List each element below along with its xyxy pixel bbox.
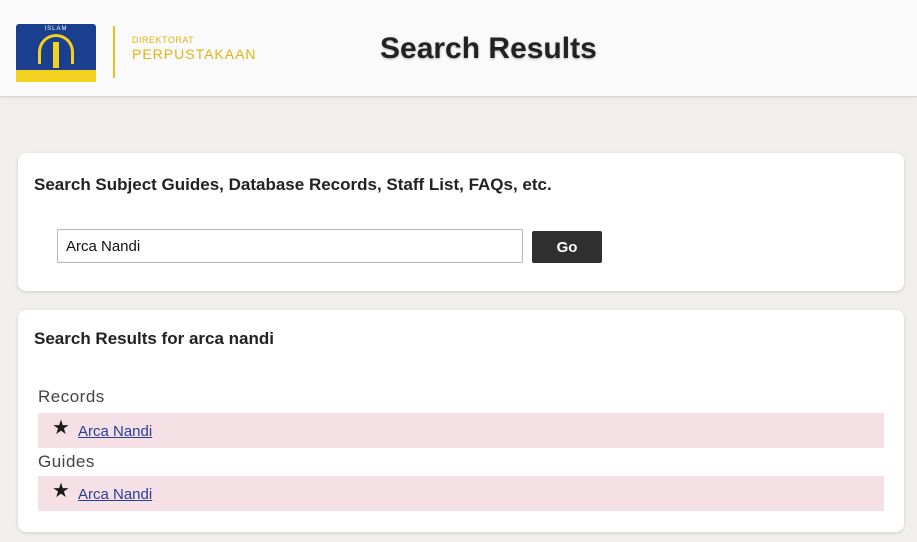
- result-row: ★ Arca Nandi: [38, 413, 884, 448]
- star-icon[interactable]: ★: [52, 418, 70, 438]
- section-label-records: Records: [38, 387, 105, 406]
- logo-divider: [113, 26, 115, 78]
- result-row: ★ Arca Nandi: [38, 476, 884, 511]
- section-label-guides: Guides: [38, 452, 95, 471]
- page-title: Search Results: [380, 32, 597, 65]
- results-panel: Search Results for arca nandi Records ★ …: [18, 310, 904, 532]
- brand-name[interactable]: DIREKTORAT PERPUSTAKAAN: [132, 35, 257, 62]
- go-button[interactable]: Go: [532, 231, 602, 263]
- search-input[interactable]: [57, 229, 523, 263]
- results-heading: Search Results for arca nandi: [34, 329, 274, 348]
- star-icon[interactable]: ★: [52, 481, 70, 501]
- logo-band: [16, 70, 96, 82]
- search-panel: Search Subject Guides, Database Records,…: [18, 153, 904, 291]
- search-heading: Search Subject Guides, Database Records,…: [34, 175, 552, 194]
- result-link-records[interactable]: Arca Nandi: [78, 423, 152, 440]
- brand-line-1: DIREKTORAT: [132, 35, 195, 45]
- logo-text: ISLAM: [44, 26, 68, 32]
- result-link-guides[interactable]: Arca Nandi: [78, 486, 152, 503]
- brand-line-2: PERPUSTAKAAN: [132, 46, 257, 62]
- site-header: ISLAM DIREKTORAT PERPUSTAKAAN Search Res…: [0, 0, 917, 97]
- university-logo[interactable]: ISLAM: [16, 24, 96, 82]
- logo-pillar-icon: [53, 42, 59, 68]
